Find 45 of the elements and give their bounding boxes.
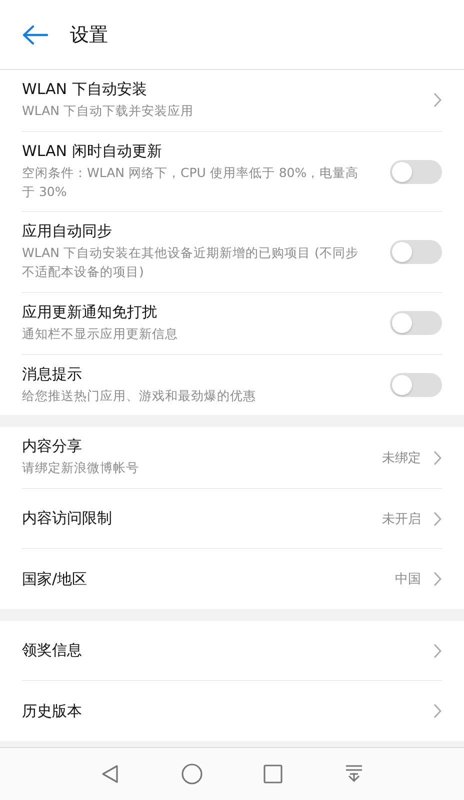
setting-description: WLAN 下自动安装在其他设备近期新增的已购项目 (不同步不适配本设备的项目): [22, 244, 360, 281]
settings-row[interactable]: 国家/地区 中国: [22, 549, 442, 609]
chevron-right-icon: [433, 703, 442, 719]
setting-title: 应用更新通知免打扰: [22, 302, 158, 322]
setting-title: WLAN 下自动安装: [22, 80, 148, 99]
settings-row[interactable]: 领奖信息: [22, 621, 442, 681]
toggle-switch[interactable]: [390, 372, 442, 397]
chevron-right-icon: [433, 571, 442, 587]
setting-title: 历史版本: [22, 702, 83, 720]
page-title: 设置: [70, 22, 108, 48]
setting-value: 未绑定: [382, 450, 421, 467]
setting-title: 国家/地区: [22, 570, 88, 588]
back-arrow-icon[interactable]: [22, 24, 48, 44]
settings-row[interactable]: 应用更新通知免打扰 通知栏不显示应用更新信息: [22, 292, 442, 354]
chevron-right-icon: [433, 450, 442, 466]
settings-row[interactable]: 应用自动同步 WLAN 下自动安装在其他设备近期新增的已购项目 (不同步不适配本设备的项目): [22, 212, 442, 293]
home-circle-icon[interactable]: [180, 763, 203, 785]
setting-title: 消息提示: [22, 364, 83, 384]
settings-row[interactable]: WLAN 下自动安装 WLAN 下自动下载并安装应用: [22, 70, 442, 132]
setting-value: 中国: [395, 571, 421, 588]
setting-title: 领奖信息: [22, 641, 83, 660]
setting-title: 内容分享: [22, 437, 83, 456]
setting-description: 给您推送热门应用、游戏和最劲爆的优惠: [22, 386, 257, 404]
notification-pull-icon[interactable]: [344, 764, 364, 784]
chevron-right-icon: [433, 642, 442, 658]
settings-row[interactable]: 内容访问限制 未开启: [22, 489, 442, 549]
setting-description: 通知栏不显示应用更新信息: [22, 324, 179, 343]
settings-row[interactable]: WLAN 闲时自动更新 空闲条件：WLAN 网络下，CPU 使用率低于 80%，电量高于 30%: [22, 132, 442, 212]
toggle-switch[interactable]: [390, 160, 442, 184]
chevron-right-icon: [433, 92, 442, 108]
setting-title: 应用自动同步: [22, 222, 113, 242]
recents-square-icon[interactable]: [263, 764, 284, 784]
setting-description: 请绑定新浪微博帐号: [22, 459, 140, 478]
chevron-right-icon: [433, 510, 442, 526]
setting-title: WLAN 闲时自动更新: [22, 142, 163, 161]
settings-row[interactable]: 消息提示 给您推送热门应用、游戏和最劲爆的优惠: [22, 354, 442, 416]
setting-title: 内容访问限制: [22, 509, 113, 528]
setting-description: 空闲条件：WLAN 网络下，CPU 使用率低于 80%，电量高于 30%: [22, 164, 360, 200]
setting-description: WLAN 下自动下载并安装应用: [22, 102, 194, 120]
setting-value: 未开启: [382, 510, 421, 528]
back-triangle-icon[interactable]: [100, 764, 120, 784]
settings-row[interactable]: 内容分享 请绑定新浪微博帐号 未绑定: [22, 427, 442, 489]
settings-row[interactable]: 历史版本: [22, 681, 442, 741]
toggle-switch[interactable]: [390, 311, 442, 336]
toggle-switch[interactable]: [390, 240, 442, 264]
